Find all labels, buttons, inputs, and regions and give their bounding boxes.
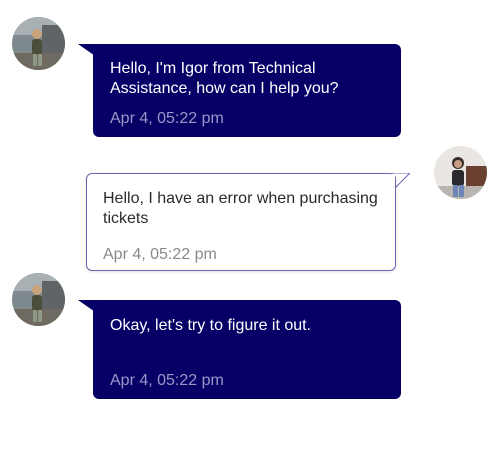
message-timestamp: Apr 4, 05:22 pm [110, 110, 224, 127]
user-photo-icon [434, 146, 487, 199]
message-text: Hello, I'm Igor from Technical Assistanc… [110, 60, 339, 97]
message-text: Okay, let's try to figure it out. [110, 317, 312, 334]
agent-message-bubble: Hello, I'm Igor from Technical Assistanc… [93, 44, 401, 137]
user-avatar[interactable] [434, 146, 487, 199]
agent-photo-icon [12, 17, 65, 70]
agent-photo-icon [12, 273, 65, 326]
tail-joint-mask [392, 174, 395, 190]
message-text: Hello, I have an error when purchasing t… [103, 190, 378, 227]
user-message-bubble: Hello, I have an error when purchasing t… [86, 173, 396, 271]
chat-thread: Hello, I'm Igor from Technical Assistanc… [0, 0, 495, 468]
agent-message-bubble: Okay, let's try to figure it out. Apr 4,… [93, 300, 401, 399]
message-timestamp: Apr 4, 05:22 pm [110, 372, 224, 389]
agent-avatar[interactable] [12, 17, 65, 70]
message-timestamp: Apr 4, 05:22 pm [103, 246, 217, 263]
agent-avatar[interactable] [12, 273, 65, 326]
